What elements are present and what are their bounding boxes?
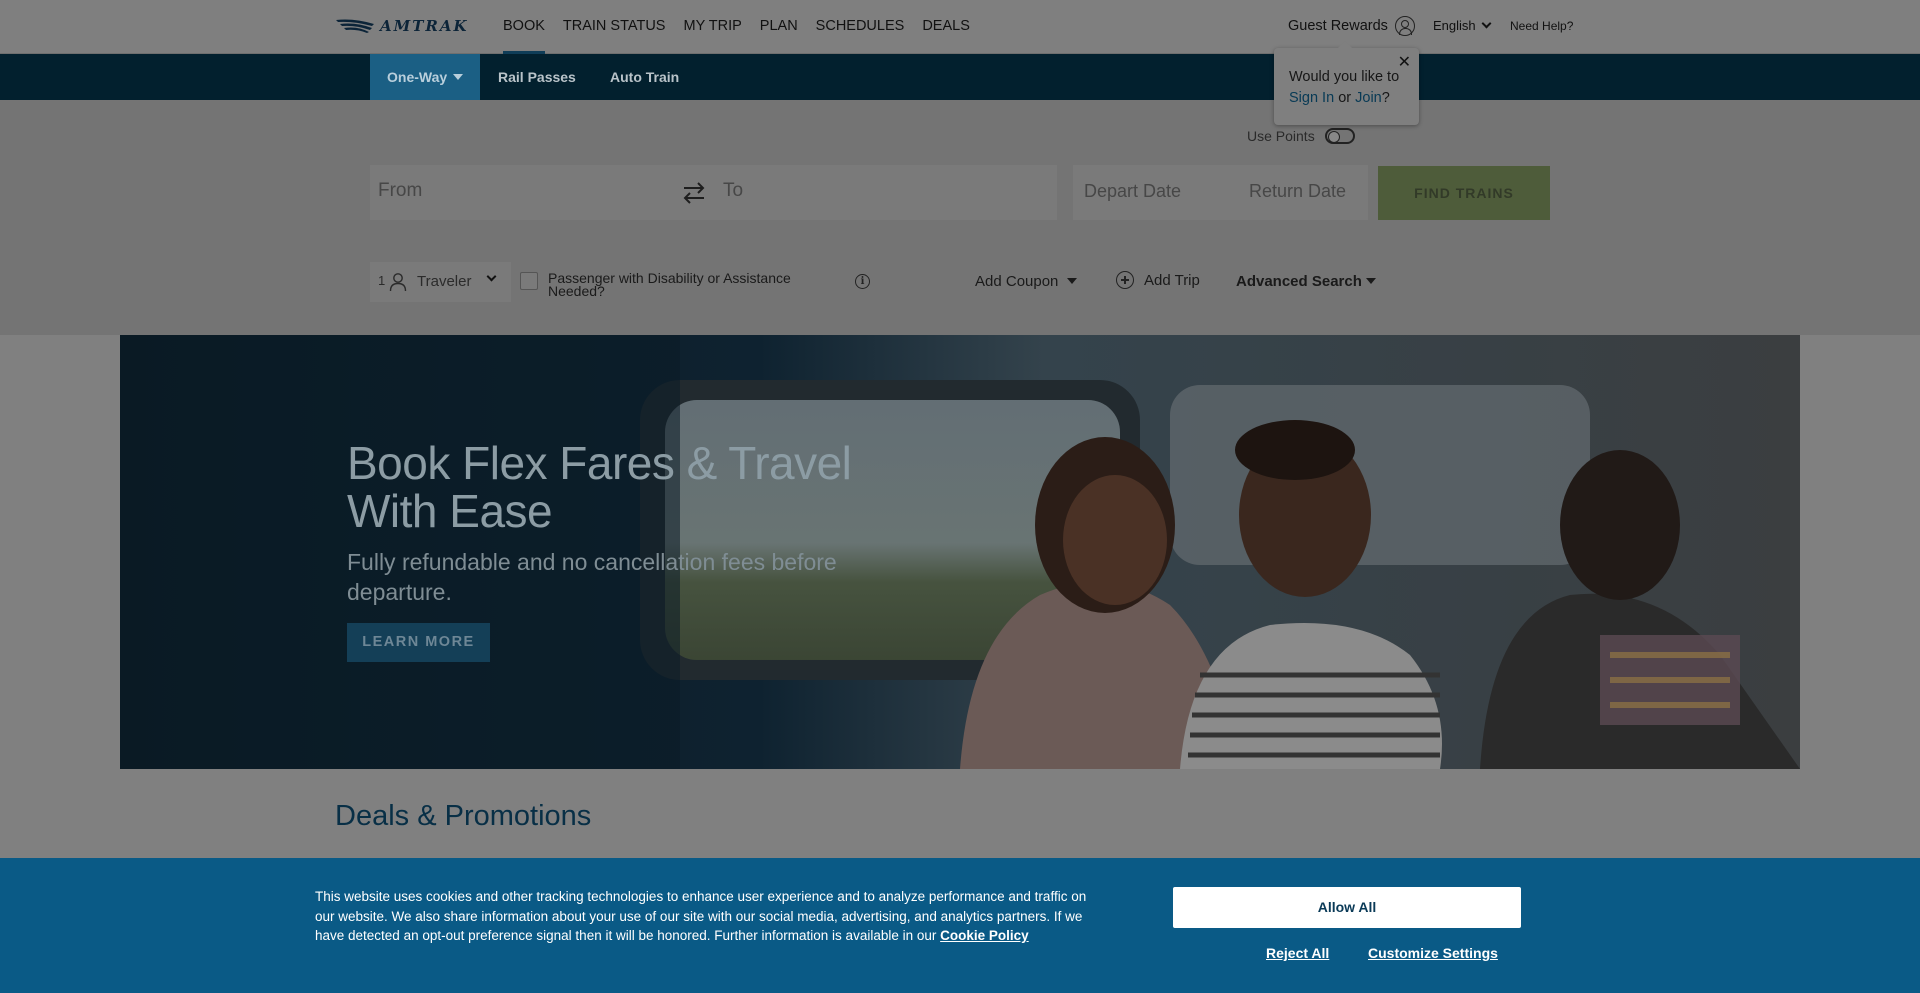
info-icon[interactable]: i (855, 274, 870, 289)
booking-type-tabs: One-Way Rail Passes Auto Train (0, 54, 1920, 100)
caret-down-icon (453, 74, 464, 80)
hero-subtitle: Fully refundable and no cancellation fee… (347, 549, 837, 605)
popover-question: Would you like to (1289, 69, 1400, 85)
language-label: English (1433, 18, 1476, 33)
nav-train-status[interactable]: TRAIN STATUS (563, 0, 666, 54)
logo-wordmark: AMTRAK (380, 17, 469, 35)
nav-my-trip[interactable]: MY TRIP (683, 0, 741, 54)
nav-plan[interactable]: PLAN (760, 0, 798, 54)
nav-deals[interactable]: DEALS (922, 0, 970, 54)
cookie-message: This website uses cookies and other trac… (315, 887, 1090, 946)
traveler-count: 1 (378, 273, 386, 288)
language-selector[interactable]: English (1433, 18, 1492, 33)
disability-label: Passenger with Disability or Assistance … (548, 270, 791, 299)
caret-down-icon (1365, 278, 1376, 284)
traveler-label: Traveler (417, 273, 472, 290)
add-trip-button[interactable]: Add Trip (1116, 271, 1200, 289)
customize-settings-link[interactable]: Customize Settings (1368, 945, 1498, 961)
add-coupon-button[interactable]: Add Coupon (975, 273, 1078, 290)
main-menu: BOOK TRAIN STATUS MY TRIP PLAN SCHEDULES… (503, 0, 988, 54)
swap-stations-icon[interactable] (681, 180, 707, 206)
learn-more-button[interactable]: LEARN MORE (347, 623, 490, 662)
return-date-input[interactable]: Return Date (1249, 181, 1346, 202)
close-icon[interactable]: ✕ (1398, 52, 1411, 72)
use-points-label: Use Points (1247, 128, 1315, 144)
dates-field: Depart Date Return Date (1073, 165, 1368, 220)
disability-checkbox[interactable] (520, 272, 538, 290)
add-trip-label: Add Trip (1144, 271, 1200, 289)
tab-rail-passes[interactable]: Rail Passes (498, 54, 576, 100)
from-to-field: From To (370, 165, 1057, 220)
cookie-policy-link[interactable]: Cookie Policy (940, 928, 1029, 943)
sign-in-popover: ✕ Would you like to Sign In or Join? (1274, 41, 1419, 125)
popover-qmark: ? (1381, 90, 1390, 106)
person-icon (389, 273, 407, 292)
cookie-consent-banner: This website uses cookies and other trac… (0, 858, 1920, 993)
caret-down-icon (1067, 278, 1078, 284)
guest-rewards-label: Guest Rewards (1288, 18, 1388, 34)
traveler-selector[interactable]: 1 Traveler (370, 262, 511, 302)
hero-banner: Book Flex Fares & Travel With Ease Fully… (120, 335, 1800, 769)
allow-all-button[interactable]: Allow All (1173, 887, 1521, 928)
nav-schedules[interactable]: SCHEDULES (816, 0, 905, 54)
deals-section-title: Deals & Promotions (335, 800, 592, 832)
chevron-down-icon (1481, 18, 1492, 29)
user-account-icon (1394, 16, 1415, 36)
from-input[interactable]: From (378, 180, 422, 202)
advanced-search-button[interactable]: Advanced Search (1236, 273, 1376, 290)
find-trains-button[interactable]: FIND TRAINS (1378, 166, 1550, 220)
use-points-toggle-group: Use Points (1247, 128, 1355, 144)
amtrak-swoosh-icon (336, 19, 374, 33)
add-coupon-label: Add Coupon (975, 273, 1059, 290)
amtrak-logo[interactable]: AMTRAK (336, 14, 469, 38)
sign-in-link[interactable]: Sign In (1289, 90, 1334, 106)
join-link[interactable]: Join (1355, 90, 1382, 106)
advanced-search-label: Advanced Search (1236, 273, 1362, 290)
use-points-toggle[interactable] (1324, 128, 1355, 144)
guest-rewards-link[interactable]: Guest Rewards (1288, 16, 1415, 36)
tab-one-way[interactable]: One-Way (370, 54, 480, 100)
depart-date-input[interactable]: Depart Date (1084, 181, 1181, 202)
popover-message: Would you like to Sign In or Join? (1289, 67, 1399, 109)
tab-one-way-label: One-Way (387, 69, 448, 85)
nav-book[interactable]: BOOK (503, 0, 545, 54)
popover-or: or (1338, 90, 1352, 106)
chevron-down-icon (486, 271, 497, 282)
hero-title: Book Flex Fares & Travel With Ease (347, 437, 852, 537)
plus-circle-icon (1116, 271, 1134, 289)
reject-all-link[interactable]: Reject All (1266, 945, 1329, 961)
tab-auto-train[interactable]: Auto Train (610, 54, 679, 100)
top-navigation: AMTRAK BOOK TRAIN STATUS MY TRIP PLAN SC… (0, 0, 1920, 54)
to-input[interactable]: To (723, 180, 743, 202)
need-help-link[interactable]: Need Help? (1510, 19, 1573, 33)
